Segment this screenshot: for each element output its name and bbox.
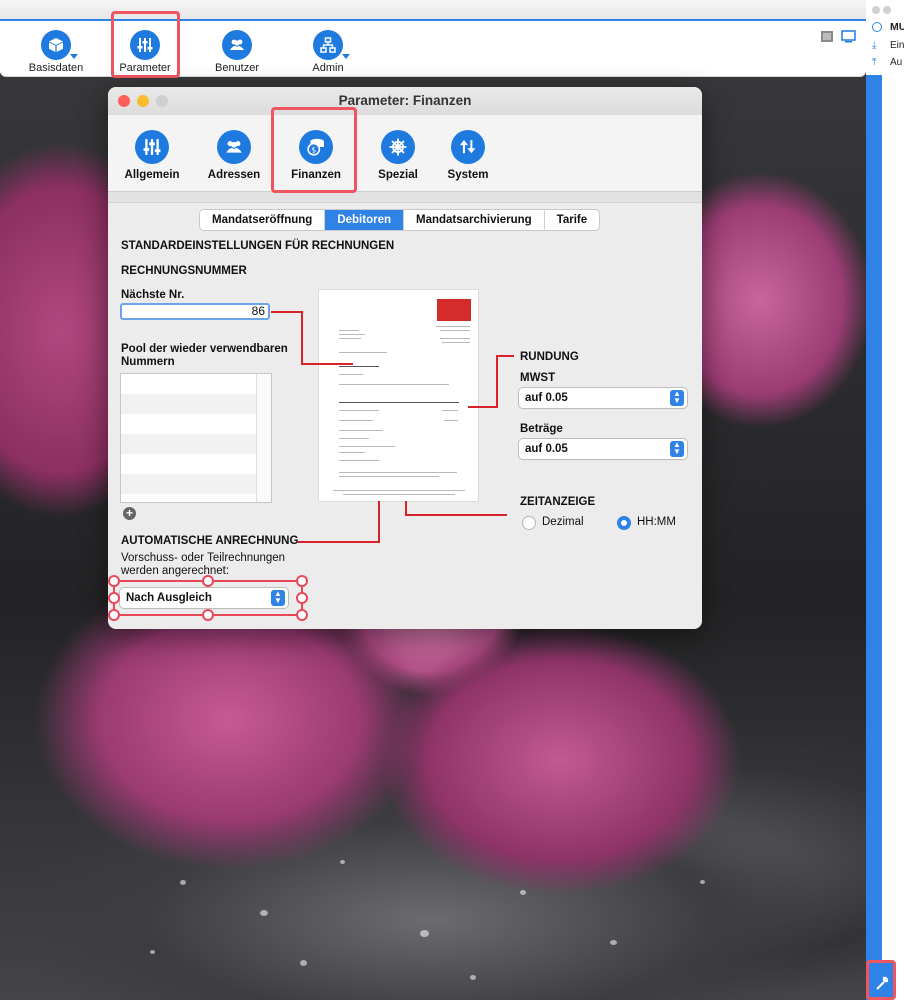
parameter-highlight	[111, 11, 180, 78]
amounts-rounding-select[interactable]: auf 0.05 ▲ ▼	[519, 439, 687, 459]
window-controls	[872, 3, 891, 17]
invoice-number-heading: RECHNUNGSNUMMER	[121, 265, 247, 277]
dialog-title: Parameter: Finanzen	[338, 93, 472, 108]
wrench-icon	[876, 976, 889, 990]
select-arrows-icon: ▲ ▼	[670, 390, 684, 406]
resize-handle[interactable]	[202, 575, 214, 587]
mwst-rounding-select[interactable]: auf 0.05 ▲ ▼	[519, 388, 687, 408]
mwst-label: MWST	[520, 372, 556, 384]
upload-icon: ⤒	[872, 57, 877, 68]
tab-bar: Mandatseröffnung Debitoren Mandatsarchiv…	[200, 210, 600, 230]
resize-handle[interactable]	[108, 575, 120, 587]
toolbar-label: Admin	[312, 62, 344, 74]
category-bar: Allgemein Adressen $ Finanzen Spezial Sy…	[108, 115, 702, 192]
pool-label: Pool der wieder verwendbaren Nummern	[121, 343, 288, 368]
rounding-heading: RUNDUNG	[520, 351, 579, 363]
dialog-titlebar: Parameter: Finanzen	[108, 87, 702, 115]
side-panel-item[interactable]: Au	[890, 57, 902, 68]
next-number-input[interactable]: 86	[120, 303, 270, 320]
toolbar-label: Basisdaten	[28, 62, 84, 74]
box-icon	[41, 30, 71, 60]
category-label: Spezial	[378, 169, 418, 181]
download-icon: ⤓	[872, 40, 877, 51]
radio-hhmm-label: HH:MM	[637, 516, 676, 528]
toolbar-admin-button[interactable]: Admin	[288, 30, 368, 74]
tab-tarife[interactable]: Tarife	[545, 210, 599, 230]
category-label: Allgemein	[124, 169, 180, 181]
users-icon	[217, 130, 251, 164]
time-display-heading: ZEITANZEIGE	[520, 496, 596, 508]
side-panel-scrollbar	[866, 75, 882, 1000]
amounts-label: Beträge	[520, 423, 563, 435]
hierarchy-icon	[313, 30, 343, 60]
sliders-icon	[135, 130, 169, 164]
category-adressen[interactable]: Adressen	[202, 130, 266, 181]
arrows-up-down-icon	[451, 130, 485, 164]
auto-credit-description: Vorschuss- oder Teilrechnungen werden an…	[121, 552, 286, 577]
category-separator	[108, 192, 702, 203]
company-logo	[437, 299, 471, 321]
pool-scrollbar[interactable]	[256, 374, 271, 502]
chevron-down-icon	[342, 54, 350, 59]
tab-debitoren[interactable]: Debitoren	[325, 210, 404, 230]
invoice-preview	[319, 290, 478, 501]
resize-handle[interactable]	[296, 609, 308, 621]
toolbar-label: Benutzer	[214, 62, 260, 74]
section-title: STANDARDEINSTELLUNGEN FÜR RECHNUNGEN	[121, 240, 395, 252]
resize-handle[interactable]	[108, 609, 120, 621]
next-number-label: Nächste Nr.	[121, 289, 185, 301]
side-panel-header: MU	[890, 21, 904, 33]
resize-handle[interactable]	[108, 592, 120, 604]
resize-handle[interactable]	[202, 609, 214, 621]
resize-handle[interactable]	[296, 575, 308, 587]
tab-mandatseroeffnung[interactable]: Mandatseröffnung	[200, 210, 326, 230]
category-allgemein[interactable]: Allgemein	[120, 130, 184, 181]
side-panel-item[interactable]: Ein	[890, 40, 904, 51]
toolbar-basisdaten-button[interactable]: Basisdaten	[16, 30, 96, 74]
parameter-dialog: Parameter: Finanzen Allgemein Adressen $…	[108, 87, 702, 629]
clock-icon	[872, 22, 882, 32]
toolbar-right-icons	[820, 30, 860, 47]
select-arrows-icon: ▲ ▼	[670, 441, 684, 457]
add-number-button[interactable]: +	[123, 507, 136, 520]
tab-mandatsarchivierung[interactable]: Mandatsarchivierung	[404, 210, 545, 230]
amounts-rounding-value: auf 0.05	[525, 443, 568, 455]
finanzen-highlight	[271, 107, 357, 193]
radio-hhmm[interactable]	[617, 516, 631, 530]
category-system[interactable]: System	[436, 130, 500, 181]
number-pool-list[interactable]	[120, 373, 272, 503]
users-icon	[222, 30, 252, 60]
category-label: System	[447, 169, 489, 181]
radio-decimal-label: Dezimal	[542, 516, 584, 528]
side-panel: MU Ein ⤓ Au ⤒	[866, 0, 904, 1000]
radio-decimal[interactable]	[522, 516, 536, 530]
mwst-rounding-value: auf 0.05	[525, 392, 568, 404]
auto-credit-heading: AUTOMATISCHE ANRECHNUNG	[121, 535, 299, 547]
category-spezial[interactable]: Spezial	[366, 130, 430, 181]
toolbar-benutzer-button[interactable]: Benutzer	[197, 30, 277, 74]
monitor-icon	[841, 30, 856, 43]
resize-handle[interactable]	[296, 592, 308, 604]
ship-wheel-icon	[381, 130, 415, 164]
wrench-button[interactable]	[866, 960, 896, 1000]
category-label: Adressen	[207, 169, 261, 181]
book-icon	[821, 31, 833, 42]
chevron-down-icon	[70, 54, 78, 59]
